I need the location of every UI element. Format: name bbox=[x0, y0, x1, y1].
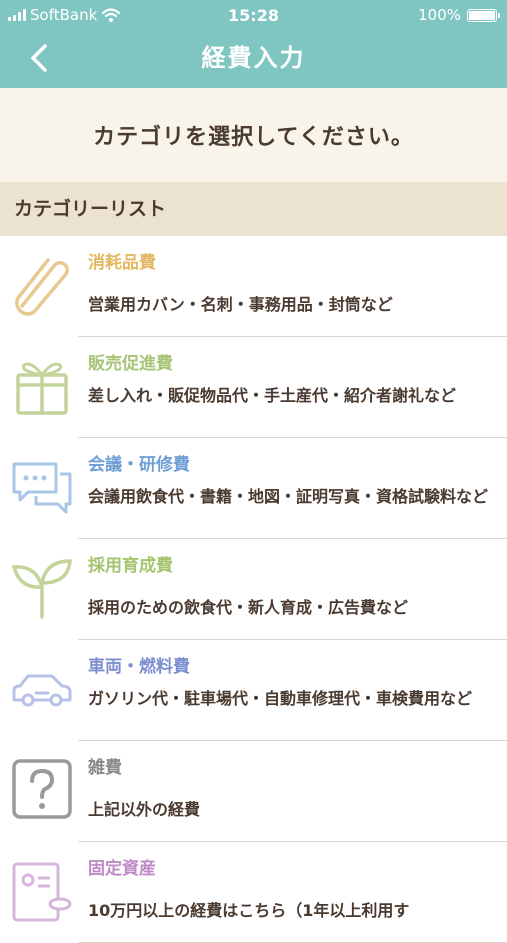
category-title: 会議・研修費 bbox=[88, 455, 190, 475]
category-title: 雑費 bbox=[88, 758, 122, 778]
battery-percent: 100% bbox=[418, 6, 461, 24]
category-title: 採用育成費 bbox=[88, 556, 173, 576]
category-item-fixed-assets[interactable]: 固定資産 10万円以上の経費はこちら（1年以上利用す bbox=[0, 842, 507, 943]
car-icon bbox=[12, 674, 72, 707]
asset-icon bbox=[12, 862, 72, 922]
category-title: 販売促進費 bbox=[88, 354, 173, 374]
category-item-consumables[interactable]: 消耗品費 営業用カバン・名刺・事務用品・封筒など bbox=[0, 236, 507, 337]
app-header: SoftBank 15:28 100% 経費入力 bbox=[0, 0, 507, 88]
category-item-vehicle-fuel[interactable]: 車両・燃料費 ガソリン代・駐車場代・自動車修理代・車検費用など bbox=[0, 640, 507, 741]
status-right: 100% bbox=[418, 4, 500, 26]
category-description: 営業用カバン・名刺・事務用品・封筒など bbox=[88, 295, 393, 314]
category-list: 消耗品費 営業用カバン・名刺・事務用品・封筒など 販売促進費 差し入れ・販促物品… bbox=[0, 236, 507, 943]
category-description: ガソリン代・駐車場代・自動車修理代・車検費用など bbox=[88, 689, 473, 708]
battery-icon bbox=[467, 8, 500, 22]
prompt-banner: カテゴリを選択してください。 bbox=[0, 88, 507, 182]
category-item-meeting-training[interactable]: 会議・研修費 会議用飲食代・書籍・地図・証明写真・資格試験料など bbox=[0, 438, 507, 539]
category-item-miscellaneous[interactable]: 雑費 上記以外の経費 bbox=[0, 741, 507, 842]
category-item-hiring-training[interactable]: 採用育成費 採用のための飲食代・新人育成・広告費など bbox=[0, 539, 507, 640]
prompt-text: カテゴリを選択してください。 bbox=[93, 125, 414, 150]
category-title: 車両・燃料費 bbox=[88, 657, 190, 677]
chat-bubbles-icon bbox=[12, 462, 72, 514]
sprout-icon bbox=[11, 559, 72, 619]
section-header: カテゴリーリスト bbox=[0, 182, 507, 236]
category-description: 採用のための飲食代・新人育成・広告費など bbox=[88, 598, 409, 617]
category-description: 上記以外の経費 bbox=[88, 800, 201, 819]
category-item-sales-promotion[interactable]: 販売促進費 差し入れ・販促物品代・手土産代・紹介者謝礼など bbox=[0, 337, 507, 438]
page-title: 経費入力 bbox=[201, 44, 306, 72]
category-description: 差し入れ・販促物品代・手土産代・紹介者謝礼など bbox=[88, 386, 457, 405]
gift-icon bbox=[16, 362, 68, 415]
category-description: 10万円以上の経費はこちら（1年以上利用す bbox=[88, 901, 410, 920]
question-icon bbox=[12, 759, 72, 819]
paperclip-icon bbox=[15, 258, 69, 316]
section-title: カテゴリーリスト bbox=[14, 198, 167, 220]
category-title: 固定資産 bbox=[88, 859, 156, 879]
category-title: 消耗品費 bbox=[88, 253, 156, 273]
category-description: 会議用飲食代・書籍・地図・証明写真・資格試験料など bbox=[88, 487, 489, 506]
